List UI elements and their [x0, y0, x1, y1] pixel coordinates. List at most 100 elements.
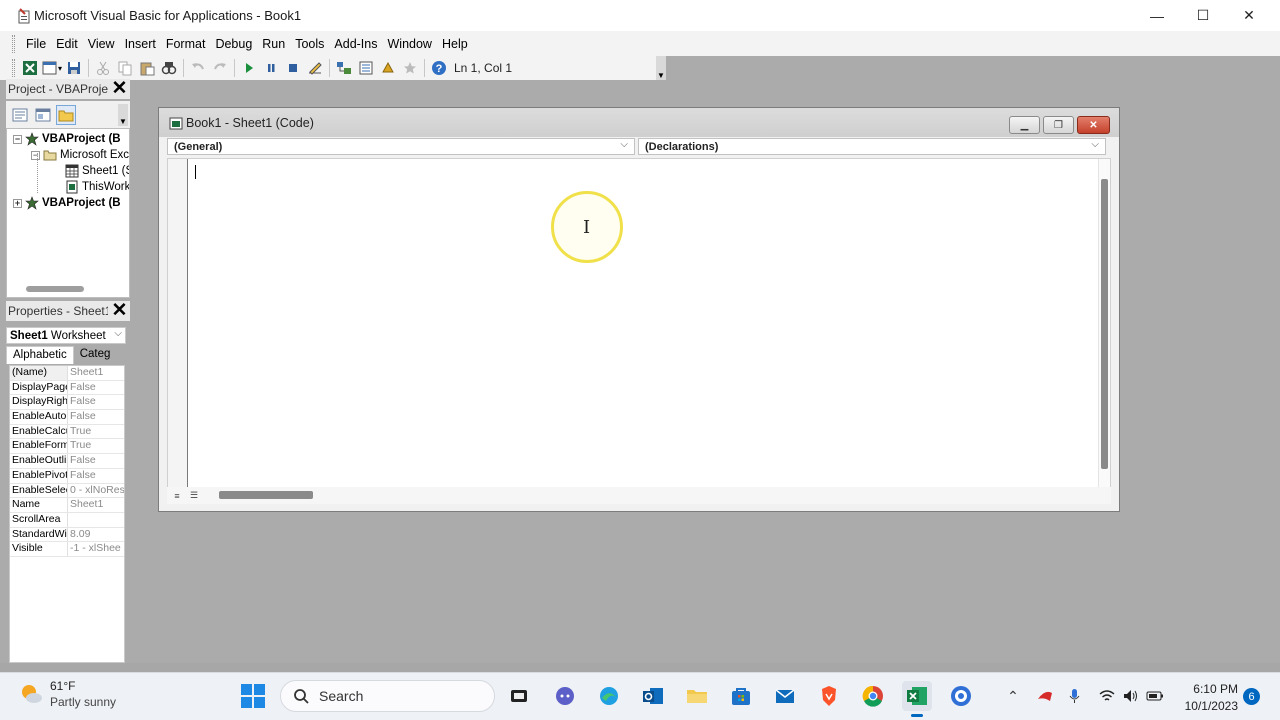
view-object-icon[interactable]	[33, 105, 53, 125]
tab-categorized[interactable]: Categ	[74, 346, 117, 364]
menu-help[interactable]: Help	[437, 37, 473, 51]
property-row[interactable]: StandardWi 8.09	[10, 527, 124, 543]
property-row[interactable]: EnableSelect 0 - xlNoRes	[10, 483, 124, 499]
taskbar-search[interactable]: Search	[280, 680, 495, 712]
property-row[interactable]: Visible -1 - xlShee	[10, 542, 124, 557]
start-button[interactable]	[240, 683, 266, 709]
code-window-restore-icon[interactable]: ❐	[1043, 116, 1074, 134]
tree-node-thisworkbook[interactable]: ThisWork	[65, 179, 129, 195]
break-icon[interactable]	[260, 58, 282, 78]
property-value[interactable]: False	[68, 381, 124, 395]
excel-taskbar-icon[interactable]	[902, 681, 932, 717]
property-row[interactable]: (Name) Sheet1	[10, 366, 124, 381]
procedure-view-icon[interactable]: ≡	[170, 490, 184, 502]
tree-node-vbaproject-2[interactable]: + VBAProject (B	[13, 195, 121, 211]
menu-debug[interactable]: Debug	[210, 37, 257, 51]
property-row[interactable]: EnablePivot False	[10, 468, 124, 484]
property-value[interactable]: Sheet1	[68, 366, 124, 380]
code-window-minimize-icon[interactable]: ▁	[1009, 116, 1040, 134]
property-value[interactable]: False	[68, 454, 124, 468]
menu-window[interactable]: Window	[383, 37, 437, 51]
run-icon[interactable]	[238, 58, 260, 78]
volume-icon[interactable]	[1122, 687, 1140, 705]
insert-userform-icon[interactable]: ▾	[41, 58, 63, 78]
chevron-down-icon[interactable]: ⌵	[620, 139, 628, 150]
property-value[interactable]: Sheet1	[68, 498, 124, 512]
object-browser-icon[interactable]	[377, 58, 399, 78]
property-value[interactable]: False	[68, 410, 124, 424]
property-value[interactable]: False	[68, 395, 124, 409]
property-row[interactable]: EnableForm True	[10, 439, 124, 455]
property-value[interactable]: 8.09	[68, 528, 124, 542]
microphone-icon[interactable]	[1066, 687, 1084, 705]
project-tree-hscroll[interactable]	[26, 286, 84, 292]
toggle-folders-icon[interactable]	[56, 104, 76, 125]
project-pane-close-icon[interactable]: ✕	[111, 78, 128, 99]
toolbox-icon[interactable]	[399, 58, 421, 78]
vpn-app-icon[interactable]	[946, 681, 976, 711]
property-value[interactable]: True	[68, 439, 124, 453]
menu-format[interactable]: Format	[161, 37, 211, 51]
menu-edit[interactable]: Edit	[51, 37, 83, 51]
properties-object-dropdown[interactable]: Sheet1 Worksheet ⌵	[6, 327, 126, 344]
notification-badge[interactable]: 6	[1243, 688, 1260, 705]
undo-icon[interactable]	[187, 58, 209, 78]
menu-view[interactable]: View	[83, 37, 120, 51]
property-row[interactable]: EnableCalcu True	[10, 424, 124, 440]
help-icon[interactable]: ?	[428, 58, 450, 78]
tab-alphabetic[interactable]: Alphabetic	[6, 346, 74, 364]
menu-run[interactable]: Run	[257, 37, 290, 51]
find-icon[interactable]	[158, 58, 180, 78]
toolbar-grip[interactable]	[12, 59, 15, 77]
copy-icon[interactable]	[114, 58, 136, 78]
save-icon[interactable]	[63, 58, 85, 78]
properties-pane-close-icon[interactable]: ✕	[111, 300, 128, 321]
expand-icon[interactable]: +	[13, 198, 22, 208]
cut-icon[interactable]	[92, 58, 114, 78]
property-row[interactable]: ScrollArea	[10, 512, 124, 528]
menu-add-ins[interactable]: Add-Ins	[329, 37, 382, 51]
project-toolbar-chevron-icon[interactable]: ▼	[118, 104, 128, 126]
code-window-close-icon[interactable]: ✕	[1077, 116, 1110, 134]
property-row[interactable]: EnableOutlin False	[10, 454, 124, 469]
property-value[interactable]: True	[68, 425, 124, 439]
code-vscroll-thumb[interactable]	[1101, 179, 1108, 469]
show-hidden-icons-chevron-icon[interactable]: ⌃	[1004, 687, 1022, 705]
chevron-down-icon[interactable]: ⌵	[1091, 139, 1099, 150]
task-view-icon[interactable]	[504, 681, 534, 711]
tree-node-microsoft-excel-objects[interactable]: − Microsoft Exc	[31, 147, 129, 163]
chevron-down-icon[interactable]: ⌵	[114, 328, 122, 339]
weather-widget[interactable]: 61°F Partly sunny	[18, 679, 116, 709]
system-clock[interactable]: 6:10 PM 10/1/2023	[1184, 681, 1238, 715]
full-module-view-icon[interactable]: ☰	[187, 490, 201, 502]
tree-node-vbaproject-1[interactable]: − VBAProject (B	[13, 131, 121, 147]
properties-window-icon[interactable]	[355, 58, 377, 78]
menu-insert[interactable]: Insert	[120, 37, 161, 51]
menu-file[interactable]: File	[21, 37, 51, 51]
paste-icon[interactable]	[136, 58, 158, 78]
property-row[interactable]: Name Sheet1	[10, 498, 124, 513]
margin-indicator-bar[interactable]	[168, 159, 188, 487]
file-explorer-icon[interactable]	[682, 681, 712, 711]
mail-icon[interactable]	[770, 681, 800, 711]
toolbar-options-chevron-icon[interactable]: ▼	[656, 56, 666, 80]
tray-app-icon[interactable]	[1036, 687, 1054, 705]
project-explorer-icon[interactable]	[333, 58, 355, 78]
outlook-icon[interactable]	[638, 681, 668, 711]
battery-icon[interactable]	[1146, 687, 1164, 705]
design-mode-icon[interactable]	[304, 58, 326, 78]
property-row[interactable]: DisplayRight False	[10, 395, 124, 411]
redo-icon[interactable]	[209, 58, 231, 78]
wifi-icon[interactable]	[1098, 687, 1116, 705]
microsoft-store-icon[interactable]	[726, 681, 756, 711]
menubar-grip[interactable]	[12, 34, 15, 53]
code-window-titlebar[interactable]: Book1 - Sheet1 (Code)	[159, 108, 1119, 137]
brave-browser-icon[interactable]	[814, 681, 844, 711]
property-value[interactable]: False	[68, 469, 124, 483]
reset-icon[interactable]	[282, 58, 304, 78]
property-row[interactable]: DisplayPage False	[10, 380, 124, 396]
object-dropdown[interactable]: (General) ⌵	[167, 138, 635, 155]
view-excel-icon[interactable]	[19, 58, 41, 78]
collapse-icon[interactable]: −	[31, 150, 40, 160]
code-vscrollbar[interactable]	[1098, 159, 1110, 487]
